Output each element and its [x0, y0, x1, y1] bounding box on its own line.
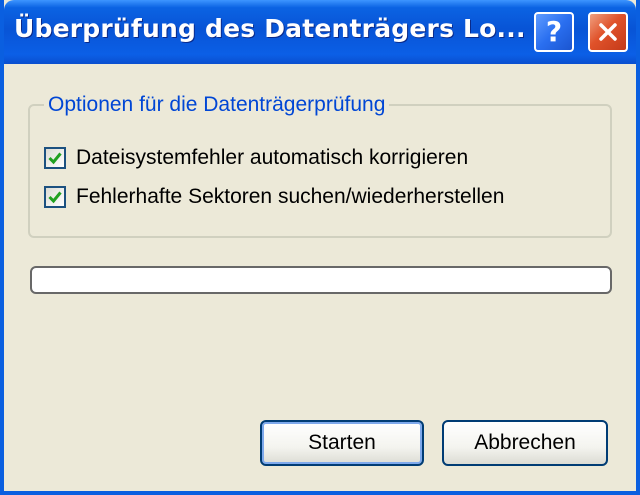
help-icon: ? [545, 15, 563, 48]
options-groupbox [28, 104, 612, 238]
fix-errors-label: Dateisystemfehler automatisch korrigiere… [76, 146, 469, 169]
option-scan-sectors[interactable]: Fehlerhafte Sektoren suchen/wiederherste… [44, 184, 504, 210]
progress-bar [30, 266, 612, 294]
close-icon [599, 23, 617, 41]
close-button[interactable] [588, 12, 628, 52]
start-button[interactable]: Starten [260, 420, 424, 466]
scan-sectors-checkbox[interactable] [44, 186, 66, 208]
cancel-button[interactable]: Abbrechen [442, 420, 608, 466]
options-group-label: Optionen für die Datenträgerprüfung [44, 92, 390, 118]
help-button[interactable]: ? [534, 12, 574, 52]
fix-errors-checkbox[interactable] [44, 147, 66, 169]
option-fix-errors[interactable]: Dateisystemfehler automatisch korrigiere… [44, 145, 468, 171]
scan-sectors-label: Fehlerhafte Sektoren suchen/wiederherste… [76, 185, 505, 208]
checkmark-icon [48, 191, 62, 204]
window-title: Überprüfung des Datenträgers Lo... [14, 14, 526, 43]
title-bar[interactable]: Überprüfung des Datenträgers Lo... ? [4, 0, 636, 64]
checkmark-icon [48, 152, 62, 165]
